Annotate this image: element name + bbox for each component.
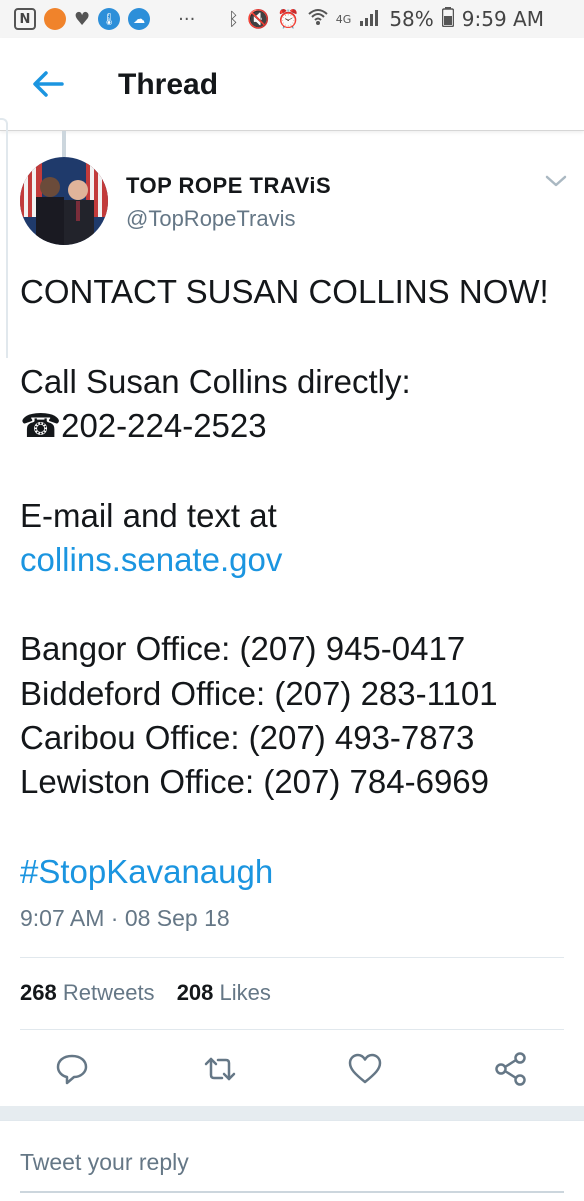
signal-icon xyxy=(359,7,381,31)
retweets-label: Retweets xyxy=(62,980,155,1005)
page-title: Thread xyxy=(118,68,219,101)
app-bar: Thread xyxy=(0,38,584,131)
wifi-icon xyxy=(308,8,328,31)
hashtag-link[interactable]: #StopKavanaugh xyxy=(20,850,273,894)
retweets-stat[interactable]: 268 Retweets xyxy=(20,980,155,1005)
tweet-text-line: Call Susan Collins directly: xyxy=(20,363,411,400)
tweet-text-line: E-mail and text at xyxy=(20,497,277,534)
clock: 9:59 AM xyxy=(461,7,544,31)
author-name[interactable]: TOP ROPE TRAViS xyxy=(126,173,331,199)
reply-icon[interactable] xyxy=(54,1051,90,1087)
battery-percent: 58% xyxy=(389,7,434,31)
tweet-office-line: Bangor Office: (207) 945-0417 xyxy=(20,630,466,667)
reply-composer: Tweet your reply xyxy=(0,1120,584,1201)
back-arrow-icon[interactable] xyxy=(30,66,66,102)
likes-count: 208 xyxy=(176,980,214,1005)
author-handle[interactable]: @TopRopeTravis xyxy=(126,206,295,232)
more-notifications-icon: ··· xyxy=(178,8,196,30)
tweet-office-line: Biddeford Office: (207) 283-1101 xyxy=(20,675,498,712)
likes-stat[interactable]: 208 Likes xyxy=(177,980,271,1005)
tweet-office-line: Caribou Office: (207) 493-7873 xyxy=(20,719,475,756)
like-heart-icon[interactable] xyxy=(347,1051,383,1087)
section-separator xyxy=(0,1106,584,1120)
avatar[interactable] xyxy=(20,157,108,245)
retweet-icon[interactable] xyxy=(202,1051,238,1087)
mute-icon: 🔇 xyxy=(246,8,270,30)
tweet-actions xyxy=(0,1043,584,1095)
thread-edge-indicator xyxy=(0,118,8,358)
temperature-notification-icon: 🌡 xyxy=(98,8,121,30)
tweet-phone-line: ☎202-224-2523 xyxy=(20,407,267,444)
divider xyxy=(20,1029,564,1030)
divider xyxy=(20,957,564,958)
notification-dot-icon xyxy=(44,8,66,30)
chevron-down-icon[interactable] xyxy=(544,172,568,190)
network-type-label: 4G xyxy=(335,12,352,26)
bluetooth-icon: ᛒ xyxy=(228,8,239,30)
status-bar: N ♥ 🌡 ☁ ··· ᛒ 🔇 ⏰ 4G 58% 9:59 AM xyxy=(0,0,584,38)
cloud-notification-icon: ☁ xyxy=(128,8,151,30)
reply-input[interactable]: Tweet your reply xyxy=(20,1149,189,1176)
tweet-text-line: CONTACT SUSAN COLLINS NOW! xyxy=(20,273,549,310)
battery-icon xyxy=(441,6,455,32)
senate-website-link[interactable]: collins.senate.gov xyxy=(20,538,282,582)
tweet-timestamp: 9:07 AM · 08 Sep 18 xyxy=(20,905,230,931)
reply-input-underline xyxy=(20,1191,564,1193)
alarm-icon: ⏰ xyxy=(277,8,300,30)
tweet-office-line: Lewiston Office: (207) 784-6969 xyxy=(20,763,490,800)
heart-notification-icon: ♥ xyxy=(74,8,91,30)
thread-connector-line xyxy=(62,131,66,157)
retweets-count: 268 xyxy=(20,980,57,1005)
likes-label: Likes xyxy=(219,980,271,1005)
notification-app-icon: N xyxy=(14,8,36,30)
engagement-stats: 268 Retweets 208 Likes xyxy=(20,980,271,1006)
share-icon[interactable] xyxy=(493,1051,529,1087)
